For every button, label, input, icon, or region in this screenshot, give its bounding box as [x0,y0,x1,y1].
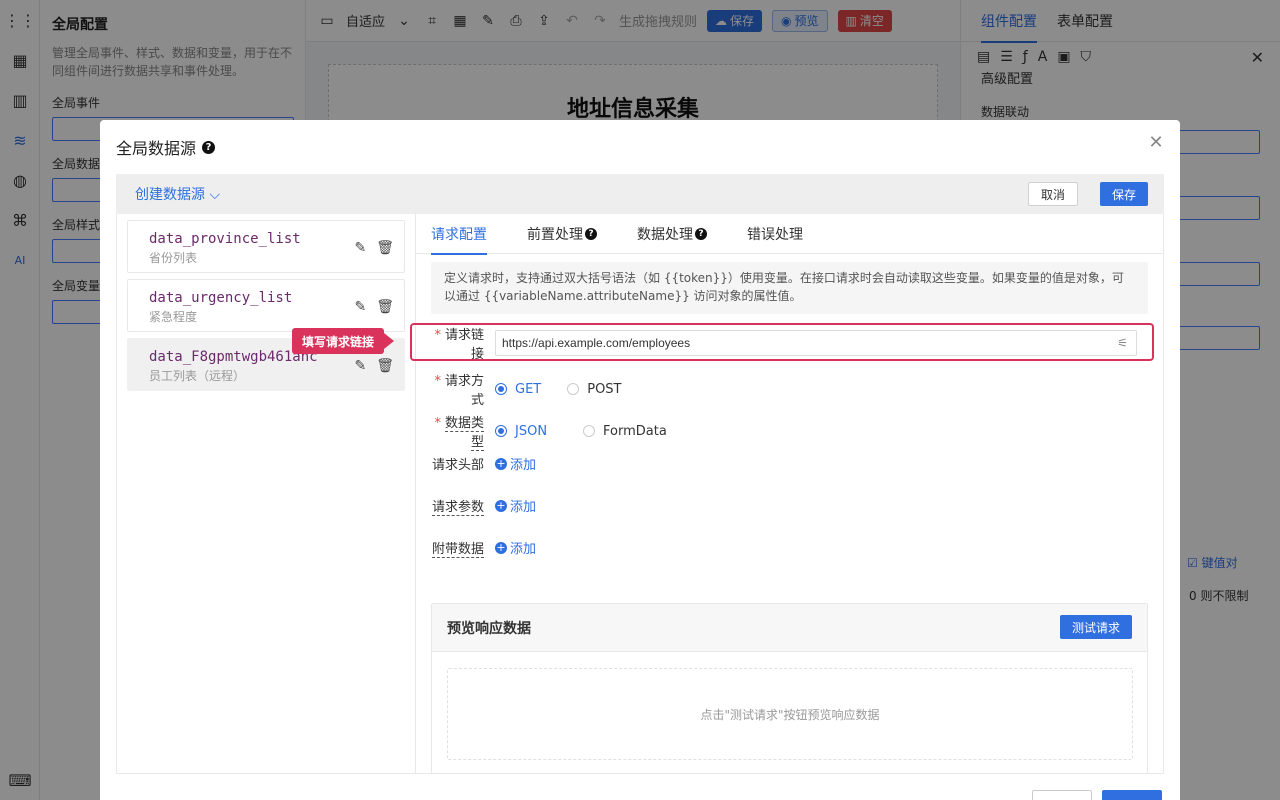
modal-footer [1032,790,1162,800]
params-row: 请求参数 + 添加 [431,496,536,516]
tab-label: 请求配置 [431,227,487,243]
type-formdata-radio[interactable]: FormData [583,424,667,439]
preview-title: 预览响应数据 [432,604,1147,652]
callout-label: 填写请求链接 [292,328,395,354]
datasource-detail: 请求配置 前置处理? 数据处理? 错误处理 定义请求时，支持通过双大括号语法（如… [416,214,1164,774]
method-post-radio[interactable]: POST [567,381,622,397]
headers-row: 请求头部 + 添加 [431,454,536,473]
add-extra-button[interactable]: + 添加 [495,538,536,557]
plus-icon: + [495,541,507,554]
chevron-down-icon: ⌵ [205,187,221,203]
type-json-radio[interactable]: JSON [495,424,547,439]
delete-icon[interactable]: 🗑 [376,240,394,256]
headers-label: 请求头部 [431,458,484,473]
help-icon: ? [695,228,707,240]
method-get-radio[interactable]: GET [495,382,541,397]
edit-icon[interactable]: ✎ [354,358,366,374]
type-row: * 数据类型 JSON FormData [431,412,693,451]
detail-tabs: 请求配置 前置处理? 数据处理? 错误处理 [416,214,1163,255]
edit-icon[interactable]: ✎ [354,240,366,256]
preview-empty-text: 点击"测试请求"按钮预览响应数据 [447,668,1133,760]
add-header-button[interactable]: + 添加 [495,454,536,473]
plus-icon: + [495,499,507,512]
help-icon[interactable]: ? [202,140,216,154]
create-datasource-label: 创建数据源 [135,187,205,203]
close-icon[interactable]: ✕ [1146,134,1166,154]
list-item[interactable]: data_urgency_list 紧急程度 ✎ 🗑 [127,279,405,332]
radio-dot [495,425,507,437]
radio-dot [495,383,507,395]
add-label: 添加 [510,542,537,557]
tab-data-process[interactable]: 数据处理? [637,214,707,254]
test-request-button[interactable]: 测试请求 [1059,615,1132,639]
save-button[interactable]: 保存 [1099,182,1148,206]
tab-pre-process[interactable]: 前置处理? [527,214,597,254]
params-label: 请求参数 [431,500,484,516]
radio-label: POST [587,381,622,397]
cancel-button[interactable]: 取消 [1027,182,1078,206]
add-label: 添加 [510,500,537,515]
required-mark: * [434,416,441,431]
datasource-toolbar: 创建数据源 ⌵ 取消 保存 [116,174,1164,214]
global-datasource-modal: 全局数据源 ? ✕ 创建数据源 ⌵ 取消 保存 data_province_li… [100,120,1180,800]
plus-icon: + [495,457,507,470]
list-item[interactable]: data_province_list 省份列表 ✎ 🗑 [127,220,405,273]
response-preview: 预览响应数据 测试请求 点击"测试请求"按钮预览响应数据 [431,603,1148,774]
edit-icon[interactable]: ✎ [354,299,366,315]
tab-request-config[interactable]: 请求配置 [431,214,487,255]
delete-icon[interactable]: 🗑 [376,299,394,315]
modal-header: 全局数据源 ? [100,120,1180,174]
footer-cancel-button[interactable] [1032,790,1092,800]
tab-label: 错误处理 [747,227,803,243]
tab-label: 前置处理 [527,227,583,243]
radio-dot [583,425,596,437]
variable-info: 定义请求时，支持通过双大括号语法（如 {{token}}）使用变量。在接口请求时… [431,262,1148,314]
delete-icon[interactable]: 🗑 [376,358,394,374]
radio-dot [567,383,580,395]
footer-confirm-button[interactable] [1102,790,1162,800]
help-icon: ? [585,228,597,240]
extra-label: 附带数据 [431,542,484,558]
datasource-list: data_province_list 省份列表 ✎ 🗑 data_urgency_… [116,214,416,774]
modal-title: 全局数据源 [116,139,197,158]
tab-label: 数据处理 [637,227,693,243]
radio-label: GET [515,381,542,397]
create-datasource-button[interactable]: 创建数据源 ⌵ [135,184,220,204]
type-label: 数据类型 [444,416,484,451]
url-highlight [410,323,1154,361]
radio-label: JSON [515,423,548,439]
method-label: 请求方式 [444,374,484,408]
method-row: * 请求方式 GET POST [431,370,648,408]
extra-row: 附带数据 + 添加 [431,538,536,558]
required-mark: * [434,374,441,389]
tab-error-handling[interactable]: 错误处理 [747,214,803,254]
add-label: 添加 [510,458,537,473]
radio-label: FormData [603,423,667,439]
add-param-button[interactable]: + 添加 [495,496,536,515]
